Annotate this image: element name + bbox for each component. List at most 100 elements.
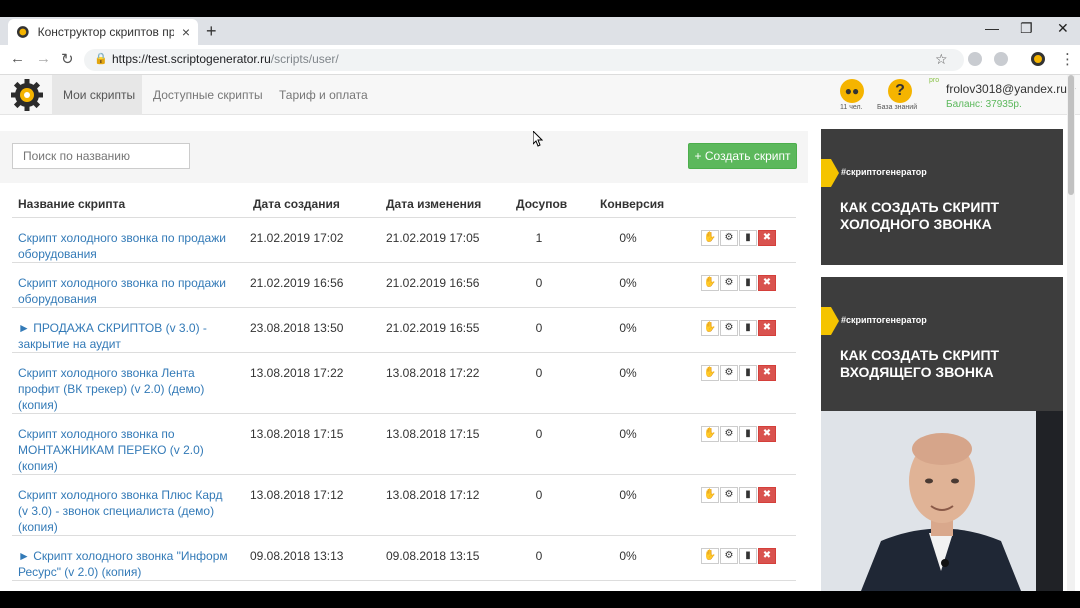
- restore-icon[interactable]: ❐: [1020, 20, 1033, 37]
- changed-date: 13.08.2018 17:12: [386, 488, 480, 502]
- copy-script-icon[interactable]: ✋: [701, 548, 719, 564]
- conversion-value: 0%: [619, 231, 637, 245]
- script-name-link[interactable]: Скрипт холодного звонка по МОНТАЖНИКАМ П…: [18, 426, 228, 474]
- created-date: 13.08.2018 17:15: [250, 427, 344, 441]
- knowledge-base-icon[interactable]: ?: [888, 79, 912, 103]
- col-header-access: Досупов: [516, 197, 568, 211]
- search-input[interactable]: [12, 143, 190, 169]
- delete-x-icon[interactable]: ✖: [758, 365, 776, 381]
- copy-script-icon[interactable]: ✋: [701, 426, 719, 442]
- conversion-value: 0%: [619, 321, 637, 335]
- delete-x-icon[interactable]: ✖: [758, 487, 776, 503]
- conversion-value: 0%: [619, 366, 637, 380]
- delete-x-icon[interactable]: ✖: [758, 320, 776, 336]
- settings-gear-icon[interactable]: ⚙: [720, 487, 738, 503]
- back-icon[interactable]: ←: [10, 50, 25, 67]
- delete-x-icon[interactable]: ✖: [758, 426, 776, 442]
- copy-script-icon[interactable]: ✋: [701, 365, 719, 381]
- bookmark-star-icon[interactable]: ☆: [935, 51, 948, 68]
- conversion-value: 0%: [619, 427, 637, 441]
- browser-menu-icon[interactable]: ⋮: [1060, 50, 1075, 68]
- script-name-link[interactable]: Скрипт холодного звонка Плюс Кард (v 3.0…: [18, 487, 228, 535]
- window-close-icon[interactable]: ✕: [1057, 20, 1069, 37]
- promo-title-line2: ВХОДЯЩЕГО ЗВОНКА: [840, 364, 994, 380]
- conversion-value: 0%: [619, 549, 637, 563]
- browser-tab[interactable]: Конструктор скриптов продаж ×: [8, 19, 198, 45]
- site-header: Мои скрипты Доступные скрипты Тариф и оп…: [0, 75, 1080, 115]
- row-actions: ✋ ⚙ ▮ ✖: [701, 275, 777, 291]
- promo-hashtag: #скриптогенератор: [841, 167, 927, 177]
- created-date: 13.08.2018 17:12: [250, 488, 344, 502]
- mouse-cursor-icon: [533, 131, 543, 147]
- copy-script-icon[interactable]: ✋: [701, 320, 719, 336]
- settings-gear-icon[interactable]: ⚙: [720, 548, 738, 564]
- team-icon[interactable]: ●●: [840, 79, 864, 103]
- page-scrollbar[interactable]: [1067, 75, 1075, 591]
- access-count: 0: [535, 321, 543, 335]
- table-row: ► ПРОДАЖА СКРИПТОВ (v 3.0) - закрытие на…: [0, 308, 808, 353]
- promo-title-line1: КАК СОЗДАТЬ СКРИПТ: [840, 199, 1000, 215]
- create-script-button[interactable]: + Создать скрипт: [688, 143, 797, 169]
- delete-x-icon[interactable]: ✖: [758, 548, 776, 564]
- tab-close-icon[interactable]: ×: [182, 24, 190, 40]
- script-name-link[interactable]: Скрипт холодного звонка по продажи обору…: [18, 230, 228, 262]
- scripts-toolbar: + Создать скрипт: [0, 131, 808, 183]
- stats-chart-icon[interactable]: ▮: [739, 320, 757, 336]
- row-actions: ✋ ⚙ ▮ ✖: [701, 320, 777, 336]
- forward-icon[interactable]: →: [36, 50, 51, 67]
- settings-gear-icon[interactable]: ⚙: [720, 365, 738, 381]
- table-row: Скрипт холодного звонка Лента профит (ВК…: [0, 353, 808, 414]
- address-bar: ← → ↻ 🔒 https://test.scriptogenerator.ru…: [0, 45, 1080, 75]
- nav-tariff-payment[interactable]: Тариф и оплата: [279, 75, 368, 115]
- copy-script-icon[interactable]: ✋: [701, 275, 719, 291]
- stats-chart-icon[interactable]: ▮: [739, 365, 757, 381]
- nav-my-scripts[interactable]: Мои скрипты: [52, 75, 142, 115]
- reload-icon[interactable]: ↻: [61, 50, 74, 68]
- url-field[interactable]: 🔒 https://test.scriptogenerator.ru/scrip…: [84, 49, 964, 71]
- new-tab-icon[interactable]: +: [206, 21, 217, 42]
- changed-date: 21.02.2019 16:55: [386, 321, 480, 335]
- url-host: https://test.scriptogenerator.ru: [112, 52, 271, 66]
- extension-skype-icon[interactable]: [968, 52, 982, 66]
- changed-date: 21.02.2019 17:05: [386, 231, 480, 245]
- script-name-link[interactable]: Скрипт холодного звонка Лента профит (ВК…: [18, 365, 228, 413]
- stats-chart-icon[interactable]: ▮: [739, 275, 757, 291]
- yellow-arrow-tag-icon: [821, 159, 839, 187]
- stats-chart-icon[interactable]: ▮: [739, 426, 757, 442]
- scrollbar-thumb[interactable]: [1068, 75, 1074, 195]
- promo-banner-cold-call[interactable]: #скриптогенератор КАК СОЗДАТЬ СКРИПТ ХОЛ…: [821, 129, 1063, 265]
- delete-x-icon[interactable]: ✖: [758, 230, 776, 246]
- table-row: Скрипт холодного звонка по МОНТАЖНИКАМ П…: [0, 414, 808, 475]
- nav-available-scripts[interactable]: Доступные скрипты: [153, 75, 263, 115]
- copy-script-icon[interactable]: ✋: [701, 487, 719, 503]
- changed-date: 21.02.2019 16:56: [386, 276, 480, 290]
- user-menu[interactable]: frolov3018@yandex.ru ▼: [946, 82, 1077, 96]
- access-count: 0: [535, 488, 543, 502]
- settings-gear-icon[interactable]: ⚙: [720, 275, 738, 291]
- extension-chat-icon[interactable]: [994, 52, 1008, 66]
- table-row: Скрипт холодного звонка по продажи обору…: [0, 218, 808, 263]
- extension-scriptogenerator-icon[interactable]: [1031, 52, 1045, 66]
- stats-chart-icon[interactable]: ▮: [739, 548, 757, 564]
- settings-gear-icon[interactable]: ⚙: [720, 426, 738, 442]
- promo-title-line1: КАК СОЗДАТЬ СКРИПТ: [840, 347, 1000, 363]
- col-header-name: Название скрипта: [18, 197, 126, 211]
- script-name-link[interactable]: ► ПРОДАЖА СКРИПТОВ (v 3.0) - закрытие на…: [18, 320, 228, 352]
- col-header-changed: Дата изменения: [386, 197, 482, 211]
- balance-text: Баланс: 37935р.: [946, 99, 1022, 110]
- promo-title-line2: ХОЛОДНОГО ЗВОНКА: [840, 216, 992, 232]
- row-divider: [12, 580, 796, 581]
- settings-gear-icon[interactable]: ⚙: [720, 320, 738, 336]
- stats-chart-icon[interactable]: ▮: [739, 230, 757, 246]
- promo-banner-inbound-call[interactable]: #скриптогенератор КАК СОЗДАТЬ СКРИПТ ВХО…: [821, 277, 1063, 413]
- script-name-link[interactable]: ► Скрипт холодного звонка "Информ Ресурс…: [18, 548, 228, 580]
- site-favicon-icon: [16, 26, 29, 38]
- stats-chart-icon[interactable]: ▮: [739, 487, 757, 503]
- logo-gear-icon[interactable]: [10, 78, 44, 112]
- delete-x-icon[interactable]: ✖: [758, 275, 776, 291]
- access-count: 0: [535, 549, 543, 563]
- script-name-link[interactable]: Скрипт холодного звонка по продажи обору…: [18, 275, 228, 307]
- settings-gear-icon[interactable]: ⚙: [720, 230, 738, 246]
- copy-script-icon[interactable]: ✋: [701, 230, 719, 246]
- minimize-icon[interactable]: —: [985, 20, 999, 36]
